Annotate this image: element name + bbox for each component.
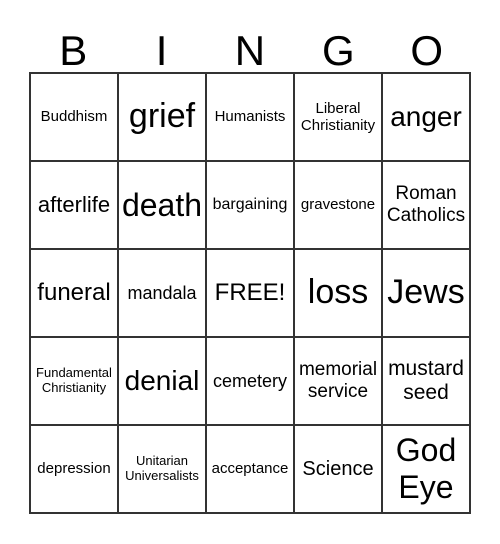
bingo-cell[interactable]: loss	[294, 249, 382, 337]
bingo-cell[interactable]: grief	[118, 73, 206, 161]
bingo-cell[interactable]: Liberal Christianity	[294, 73, 382, 161]
bingo-header: B I N G O	[29, 28, 471, 74]
bingo-cell[interactable]: acceptance	[206, 425, 294, 513]
bingo-cell[interactable]: depression	[30, 425, 118, 513]
bingo-cell[interactable]: death	[118, 161, 206, 249]
bingo-cell[interactable]: denial	[118, 337, 206, 425]
header-letter: I	[155, 27, 168, 74]
bingo-cell[interactable]: Unitarian Universalists	[118, 425, 206, 513]
bingo-cell[interactable]: God Eye	[382, 425, 470, 513]
bingo-cell[interactable]: anger	[382, 73, 470, 161]
header-letter: G	[322, 27, 355, 74]
bingo-cell[interactable]: afterlife	[30, 161, 118, 249]
bingo-cell[interactable]: Humanists	[206, 73, 294, 161]
header-letter: B	[59, 27, 88, 74]
header-letter: O	[410, 27, 444, 74]
bingo-cell[interactable]: mandala	[118, 249, 206, 337]
bingo-cell[interactable]: gravestone	[294, 161, 382, 249]
bingo-cell[interactable]: FREE!	[206, 249, 294, 337]
bingo-cell[interactable]: Roman Catholics	[382, 161, 470, 249]
bingo-grid: Buddhism grief Humanists Liberal Christiani…	[29, 72, 471, 514]
bingo-cell[interactable]: Science	[294, 425, 382, 513]
bingo-cell[interactable]: bargaining	[206, 161, 294, 249]
bingo-cell[interactable]: memorial service	[294, 337, 382, 425]
bingo-cell[interactable]: funeral	[30, 249, 118, 337]
bingo-cell[interactable]: mustard seed	[382, 337, 470, 425]
bingo-cell[interactable]: Fundamental Christianity	[30, 337, 118, 425]
header-letter: N	[234, 27, 266, 74]
bingo-cell[interactable]: Jews	[382, 249, 470, 337]
bingo-cell[interactable]: cemetery	[206, 337, 294, 425]
bingo-cell[interactable]: Buddhism	[30, 73, 118, 161]
